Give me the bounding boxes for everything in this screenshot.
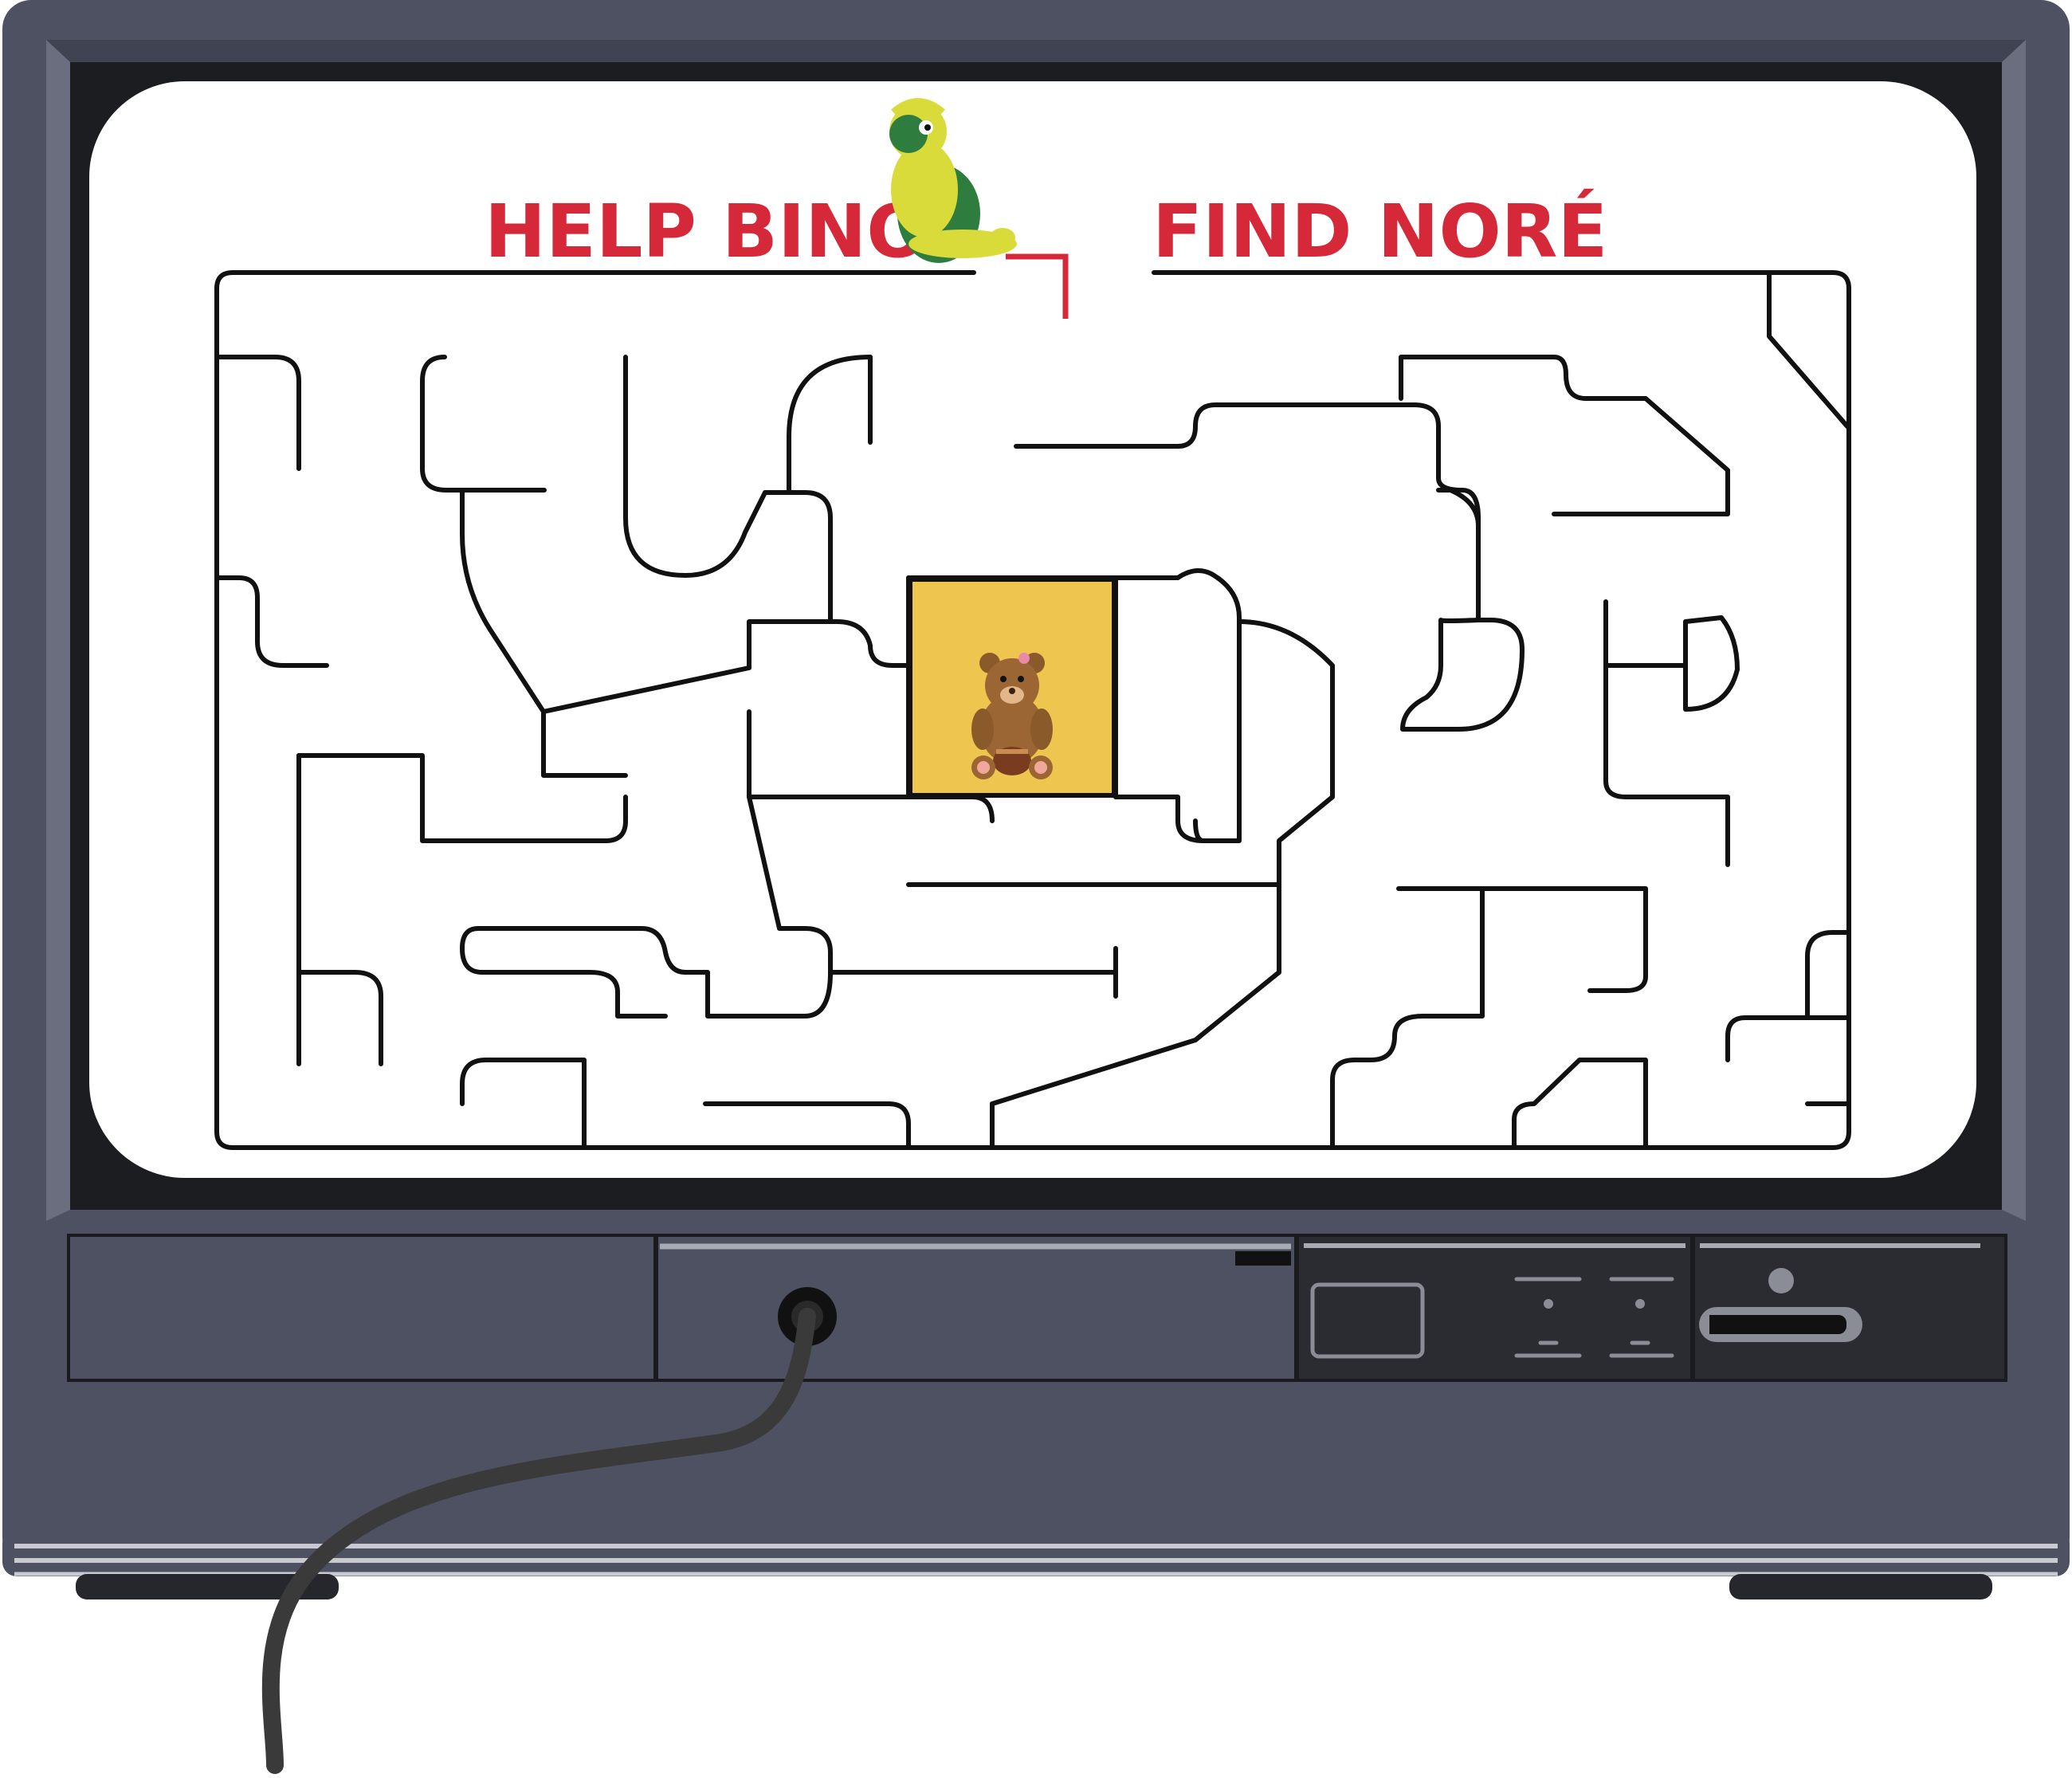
tv-maze-scene: HELP BINO FIND NORÉ (2, 0, 2070, 1774)
power-light-icon (1768, 1268, 1794, 1293)
title-find-nore: FIND NORÉ (1152, 188, 1607, 274)
indicator-light-icon (1544, 1299, 1553, 1309)
card-slot-icon[interactable] (1699, 1307, 1862, 1342)
right-foot (1729, 1574, 1992, 1599)
title-help-bino: HELP BINO (485, 189, 928, 274)
